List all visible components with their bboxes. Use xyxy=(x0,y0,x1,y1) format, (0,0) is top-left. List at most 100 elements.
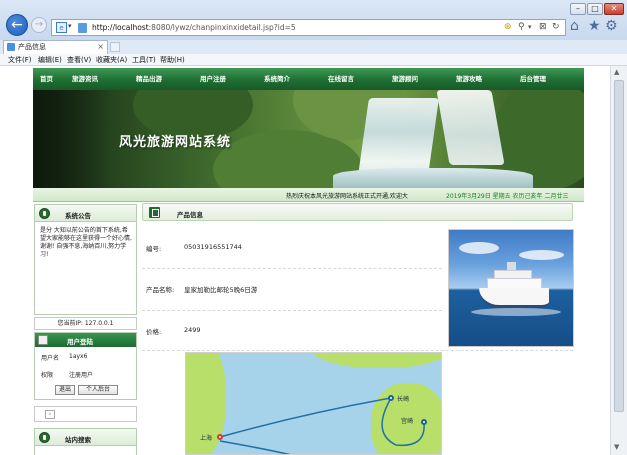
home-icon[interactable]: ⌂ xyxy=(570,18,579,34)
tab-bar: 产品信息 × xyxy=(0,40,627,54)
url-path: :8080/lywz/chanpinxinxidetail.jsp?id=5 xyxy=(148,23,296,32)
menu-bar: 文件(F) 编辑(E) 查看(V) 收藏夹(A) 工具(T) 帮助(H) xyxy=(0,54,627,66)
map-marker-shanghai xyxy=(217,434,223,440)
ship-hull xyxy=(479,288,549,308)
page-viewport: 首页 旅游资讯 精品出游 用户注册 系统简介 在线留言 旅游顾问 旅游攻略 后台… xyxy=(0,66,610,455)
row-divider xyxy=(142,310,442,311)
site-icon: e xyxy=(56,22,67,33)
favorites-star-icon[interactable]: ★ xyxy=(588,18,601,34)
minimize-button[interactable]: – xyxy=(570,3,586,15)
username-value: 1ayx6 xyxy=(69,353,88,360)
search-dropdown-icon[interactable]: ▾ xyxy=(528,22,532,33)
personal-center-button[interactable]: 个人后台 xyxy=(78,385,118,395)
search-icon[interactable]: ⚲ xyxy=(518,22,525,33)
vertical-scrollbar[interactable]: ▲ ▼ xyxy=(610,66,627,455)
search-title: 站内搜索 xyxy=(65,436,91,444)
product-section-icon xyxy=(149,207,160,218)
product-header: 产品信息 xyxy=(142,203,573,221)
product-name-label: 产品名称: xyxy=(146,286,175,294)
refresh-icon[interactable]: ↻ xyxy=(552,22,560,33)
scroll-up-icon[interactable]: ▲ xyxy=(614,68,619,76)
product-photo xyxy=(448,229,574,347)
security-icon[interactable]: ⊠ xyxy=(539,22,547,33)
nav-home[interactable]: 首页 xyxy=(40,74,53,84)
tab-product-info[interactable]: 产品信息 × xyxy=(3,40,108,54)
forward-arrow-icon: → xyxy=(34,19,44,30)
photo-cloud xyxy=(459,242,499,254)
gear-icon[interactable]: ⚙ xyxy=(605,18,618,34)
role-label: 权限 xyxy=(41,372,54,379)
page-icon xyxy=(78,23,87,33)
blank-panel: ◦ xyxy=(34,406,137,422)
nav-guestbook[interactable]: 在线留言 xyxy=(328,74,354,84)
row-divider xyxy=(142,268,442,269)
map-marker-miyazaki xyxy=(421,419,427,425)
tab-page-icon xyxy=(7,43,15,51)
ticker-message[interactable]: 热烈庆祝本风光旅游网站系统正式开通,欢迎大 xyxy=(286,191,408,200)
login-box: 用户登陆 用户名 1ayx6 权限 注册用户 退出 个人后台 xyxy=(34,332,137,400)
menu-favorites[interactable]: 收藏夹(A) xyxy=(96,55,127,65)
price-value: 2499 xyxy=(184,326,201,334)
banner-shadow xyxy=(33,90,113,188)
banner-title: 风光旅游网站系统 xyxy=(119,135,232,150)
menu-file[interactable]: 文件(F) xyxy=(8,55,32,65)
nav-travel-advisor[interactable]: 旅游顾问 xyxy=(392,74,418,84)
new-tab-button[interactable] xyxy=(110,42,120,52)
nav-about[interactable]: 系统简介 xyxy=(264,74,290,84)
close-tab-icon[interactable]: × xyxy=(97,41,104,53)
price-label: 价格: xyxy=(146,328,162,336)
map-marker-nagasaki xyxy=(388,395,394,401)
menu-tools[interactable]: 工具(T) xyxy=(132,55,156,65)
address-url[interactable]: http://localhost:8080/lywz/chanpinxinxid… xyxy=(92,23,296,32)
close-window-button[interactable]: ✕ xyxy=(604,3,624,15)
logout-button[interactable]: 退出 xyxy=(55,385,75,395)
product-section-title: 产品信息 xyxy=(177,211,203,219)
route-map: 上海 长崎 宫崎 xyxy=(185,352,442,455)
search-box-icon xyxy=(39,432,50,443)
notice-box: 系统公告 是分 大知以前公告的首下系统,希望大家能够在这里获得一个好心情,谢谢!… xyxy=(34,204,137,315)
maximize-button[interactable]: □ xyxy=(587,3,603,15)
banner-waterfall xyxy=(436,90,505,165)
chevron-down-icon[interactable]: ▾ xyxy=(68,22,72,30)
city-miyazaki: 宫崎 xyxy=(401,418,414,425)
url-host: http://localhost xyxy=(92,23,149,32)
site-container: 首页 旅游资讯 精品出游 用户注册 系统简介 在线留言 旅游顾问 旅游攻略 后台… xyxy=(33,66,584,455)
city-nagasaki: 长崎 xyxy=(397,396,410,403)
login-title: 用户登陆 xyxy=(67,338,93,346)
compat-icon[interactable]: ⊛ xyxy=(504,22,512,33)
address-bar[interactable]: e ▾ http://localhost:8080/lywz/chanpinxi… xyxy=(51,19,566,36)
nav-premium-tours[interactable]: 精品出游 xyxy=(136,74,162,84)
nav-register[interactable]: 用户注册 xyxy=(200,74,226,84)
tab-title: 产品信息 xyxy=(18,43,46,51)
number-label: 编号: xyxy=(146,245,162,253)
back-button[interactable]: ← xyxy=(6,14,28,36)
row-divider xyxy=(142,350,573,351)
number-value: 05031916551744 xyxy=(184,243,242,251)
login-header: 用户登陆 xyxy=(35,333,136,347)
menu-edit[interactable]: 编辑(E) xyxy=(38,55,62,65)
menu-view[interactable]: 查看(V) xyxy=(67,55,91,65)
nav-travel-guide[interactable]: 旅游攻略 xyxy=(456,74,482,84)
username-label: 用户名 xyxy=(41,355,60,362)
photo-cloud xyxy=(519,250,564,260)
notice-title: 系统公告 xyxy=(65,212,91,220)
product-name-value: 皇家加勒比邮轮5晚6日游 xyxy=(184,286,258,294)
browser-titlebar: – □ ✕ ← → e ▾ http://localhost:8080/lywz… xyxy=(0,0,627,40)
city-shanghai: 上海 xyxy=(200,435,213,442)
forward-button[interactable]: → xyxy=(31,17,47,33)
nav-admin[interactable]: 后台管理 xyxy=(520,74,546,84)
search-header: 站内搜索 xyxy=(35,429,136,446)
ip-display: 您当前IP: 127.0.0.1 xyxy=(34,317,137,330)
cruise-route xyxy=(219,397,425,454)
scroll-down-icon[interactable]: ▼ xyxy=(614,443,619,451)
ticker-date: 2019年3月29日 星期五 农历己亥年 二月廿三 xyxy=(446,193,569,200)
nav-travel-news[interactable]: 旅游资讯 xyxy=(72,74,98,84)
user-icon xyxy=(38,335,48,345)
notice-icon xyxy=(39,208,50,219)
role-value: 注册用户 xyxy=(69,372,94,379)
notice-text: 是分 大知以前公告的首下系统,希望大家能够在这里获得一个好心情,谢谢! 自强不息… xyxy=(40,227,132,258)
banner-pool xyxy=(333,168,533,188)
site-search-box: 站内搜索 xyxy=(34,428,137,455)
menu-help[interactable]: 帮助(H) xyxy=(160,55,185,65)
scroll-thumb[interactable] xyxy=(614,80,624,412)
